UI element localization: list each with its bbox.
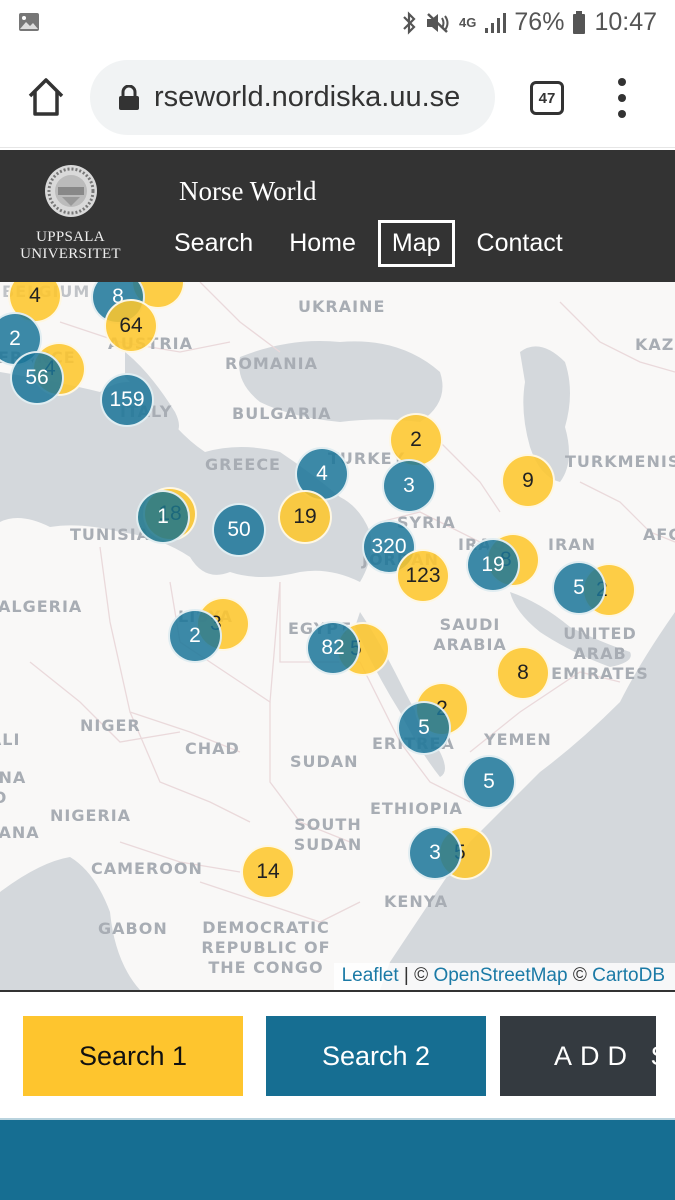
country-label: IRAN	[548, 535, 597, 554]
cluster-marker[interactable]: 14	[241, 845, 295, 899]
country-label: AFG	[643, 525, 675, 544]
country-label: KAZ	[635, 335, 675, 354]
country-label: GABON	[98, 919, 168, 938]
cluster-marker[interactable]: 8	[496, 646, 550, 700]
country-label: SOUTH SUDAN	[293, 815, 363, 854]
nav-contact[interactable]: Contact	[463, 220, 577, 267]
country-label: TURKMENIS	[565, 452, 675, 471]
bluetooth-icon	[403, 10, 416, 35]
address-bar[interactable]: rseworld.nordiska.uu.se	[90, 60, 495, 135]
status-bar: 4G 76% 10:47	[0, 0, 675, 50]
cluster-marker[interactable]: 2	[168, 609, 222, 663]
map-attribution: Leaflet | © OpenStreetMap © CartoDB	[333, 963, 675, 990]
country-label: ROMANIA	[225, 354, 318, 373]
browser-toolbar: rseworld.nordiska.uu.se 47	[0, 50, 675, 148]
country-label: NIGER	[80, 716, 141, 735]
cluster-marker[interactable]: 19	[278, 490, 332, 544]
footer	[0, 1118, 675, 1200]
attribution-separator: | ©	[398, 965, 434, 986]
signal-icon	[485, 12, 507, 33]
cluster-marker[interactable]: 3	[408, 826, 462, 880]
action-buttons: Search 1 Search 2 ADD S	[0, 992, 675, 1118]
site-header: UPPSALA UNIVERSITET Norse World Search H…	[0, 150, 675, 282]
network-type: 4G	[459, 15, 477, 30]
tabs-icon[interactable]: 47	[530, 81, 564, 115]
country-label: DEMOCRATIC REPUBLIC OF THE CONGO	[201, 918, 331, 977]
mute-icon	[427, 12, 449, 33]
country-label: SAUDI ARABIA	[433, 615, 507, 654]
country-label: UKRAINE	[298, 297, 386, 316]
gallery-icon	[19, 13, 39, 31]
leaflet-link[interactable]: Leaflet	[342, 965, 399, 986]
lock-icon	[119, 84, 139, 110]
nav-map[interactable]: Map	[377, 220, 455, 267]
url-text: rseworld.nordiska.uu.se	[154, 81, 461, 113]
nav-home[interactable]: Home	[275, 220, 370, 267]
country-label: SUDAN	[290, 752, 359, 771]
battery-percent: 76%	[514, 8, 565, 36]
home-icon[interactable]	[26, 76, 66, 118]
country-label: BURKINA FASO	[0, 768, 27, 807]
cluster-marker[interactable]: 159	[100, 373, 154, 427]
country-label: ETHIOPIA	[370, 799, 463, 818]
cluster-marker[interactable]: 123	[396, 549, 450, 603]
country-label: GHANA	[0, 823, 40, 842]
cluster-marker[interactable]: 56	[10, 351, 64, 405]
search-2-button[interactable]: Search 2	[266, 1016, 486, 1096]
cluster-marker[interactable]: 5	[397, 701, 451, 755]
site-title: Norse World	[179, 176, 317, 206]
cluster-marker[interactable]: 19	[466, 538, 520, 592]
cluster-marker[interactable]: 9	[501, 454, 555, 508]
cluster-marker[interactable]: 5	[552, 561, 606, 615]
attribution-copy: ©	[567, 965, 593, 986]
cluster-marker[interactable]: 50	[212, 503, 266, 557]
cluster-marker[interactable]: 3	[382, 459, 436, 513]
country-label: BULGARIA	[232, 404, 332, 423]
tab-count: 47	[538, 89, 556, 107]
logo-line2: UNIVERSITET	[20, 246, 121, 262]
osm-link[interactable]: OpenStreetMap	[433, 965, 567, 986]
cluster-marker[interactable]: 2	[389, 413, 443, 467]
search-1-button[interactable]: Search 1	[23, 1016, 243, 1096]
uppsala-logo[interactable]: UPPSALA UNIVERSITET	[18, 164, 123, 263]
country-label: GREECE	[205, 455, 281, 474]
logo-line1: UPPSALA	[36, 229, 105, 245]
menu-icon[interactable]	[612, 78, 632, 118]
main-nav: Search Home Map Contact	[160, 220, 585, 267]
nav-search[interactable]: Search	[160, 220, 267, 267]
country-label: MALI	[0, 730, 21, 749]
country-label: CHAD	[185, 739, 240, 758]
add-search-button[interactable]: ADD S	[500, 1016, 656, 1096]
country-label: ALGERIA	[0, 597, 83, 616]
map[interactable]: BELGIUM AUSTRIA UKRAINE KAZ ROMANIA BULG…	[0, 282, 675, 990]
university-seal-icon	[44, 165, 97, 217]
clock: 10:47	[594, 8, 657, 36]
cluster-marker[interactable]: 64	[104, 299, 158, 353]
country-label: CAMEROON	[91, 859, 203, 878]
cluster-marker[interactable]: 5	[462, 755, 516, 809]
cartodb-link[interactable]: CartoDB	[592, 965, 665, 986]
cluster-marker[interactable]: 1	[136, 490, 190, 544]
country-label: YEMEN	[484, 730, 552, 749]
country-label: UNITED ARAB EMIRATES	[551, 624, 649, 683]
country-label: NIGERIA	[50, 806, 132, 825]
cluster-marker[interactable]: 82	[306, 621, 360, 675]
battery-icon	[573, 10, 586, 34]
country-label: KENYA	[384, 892, 449, 911]
